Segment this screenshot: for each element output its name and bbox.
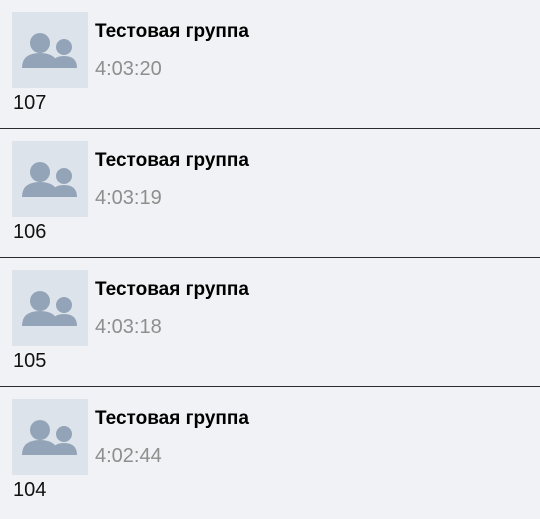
group-name[interactable]: Тестовая группа <box>95 21 249 43</box>
feed-post[interactable]: Тестовая группа 4:03:19 106 <box>0 129 540 258</box>
post-time: 4:03:18 <box>95 316 162 338</box>
group-name[interactable]: Тестовая группа <box>95 408 249 430</box>
group-avatar[interactable] <box>12 141 88 217</box>
group-avatar[interactable] <box>12 399 88 475</box>
group-name[interactable]: Тестовая группа <box>95 279 249 301</box>
post-text: 105 <box>13 350 47 372</box>
post-text: 104 <box>13 479 47 501</box>
group-silhouette-icon <box>22 33 77 68</box>
group-silhouette-icon <box>22 162 77 197</box>
group-silhouette-icon <box>22 420 77 455</box>
post-time: 4:03:19 <box>95 187 162 209</box>
feed-post[interactable]: Тестовая группа 4:03:20 107 <box>0 0 540 129</box>
feed-post[interactable]: Тестовая группа 4:03:18 105 <box>0 258 540 387</box>
group-avatar[interactable] <box>12 270 88 346</box>
post-feed: Тестовая группа 4:03:20 107 Тестовая гру… <box>0 0 540 519</box>
group-avatar[interactable] <box>12 12 88 88</box>
post-time: 4:03:20 <box>95 58 162 80</box>
group-silhouette-icon <box>22 291 77 326</box>
group-name[interactable]: Тестовая группа <box>95 150 249 172</box>
post-text: 106 <box>13 221 47 243</box>
post-time: 4:02:44 <box>95 445 162 467</box>
post-text: 107 <box>13 92 47 114</box>
feed-post[interactable]: Тестовая группа 4:02:44 104 <box>0 387 540 516</box>
